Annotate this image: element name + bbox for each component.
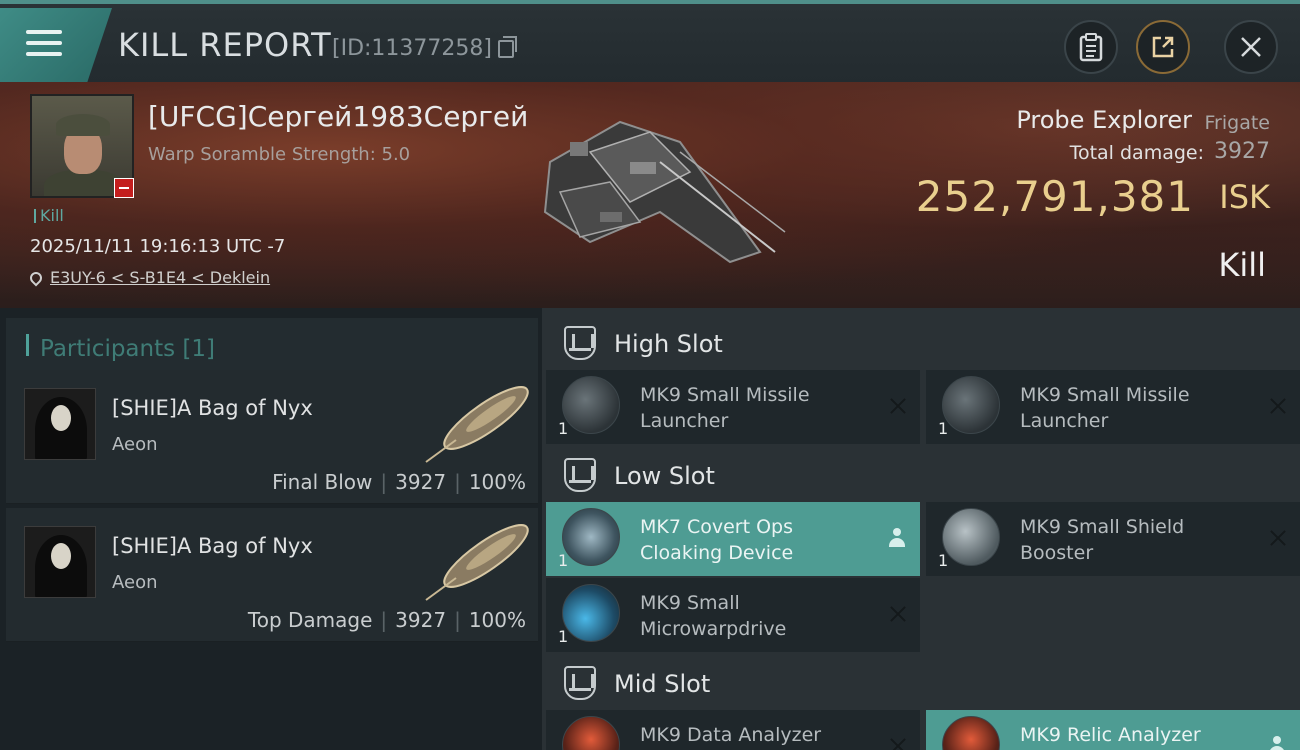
participants-title: Participants [1] — [40, 336, 215, 362]
victim-banner: [UFCG]Сергей1983Сергей Warp Soramble Str… — [0, 82, 1300, 308]
mid-slot-header: Mid Slot — [546, 652, 1300, 712]
low-slot-title: Low Slot — [614, 462, 715, 490]
module-item[interactable]: 1 MK9 Relic Analyzer — [926, 710, 1300, 750]
participant-stats: Final Blow | 3927 | 100% — [272, 470, 526, 494]
person-icon — [1268, 736, 1286, 750]
participant-name[interactable]: [SHIE]A Bag of Nyx — [112, 396, 313, 420]
module-quantity: 1 — [558, 627, 569, 646]
close-button[interactable] — [1224, 20, 1278, 74]
participants-header: Participants [1] — [6, 318, 538, 374]
module-item[interactable]: 1 MK9 Small Missile Launcher — [926, 370, 1300, 444]
clipboard-button[interactable] — [1064, 20, 1118, 74]
participant-role: Top Damage — [247, 608, 373, 632]
x-icon — [1268, 396, 1288, 416]
participant-role: Final Blow — [272, 470, 373, 494]
module-name: MK7 Covert Ops Cloaking Device — [640, 516, 794, 564]
module-item[interactable]: 1 MK9 Data Analyzer — [546, 710, 920, 750]
module-quantity: 1 — [558, 419, 569, 438]
kill-tag: Kill — [34, 206, 64, 225]
data-analyzer-icon — [562, 716, 620, 750]
missile-launcher-icon — [562, 376, 620, 434]
copy-icon[interactable] — [498, 36, 517, 58]
high-slot-header: High Slot — [546, 312, 1300, 372]
relic-analyzer-icon — [942, 716, 1000, 750]
shield-booster-icon — [942, 508, 1000, 566]
module-quantity: 1 — [558, 551, 569, 570]
cloaking-device-icon — [562, 508, 620, 566]
microwarpdrive-icon — [562, 584, 620, 642]
participant-ship: Aeon — [112, 572, 158, 593]
mid-slot-title: Mid Slot — [614, 670, 711, 698]
participant-name[interactable]: [SHIE]A Bag of Nyx — [112, 534, 313, 558]
module-item[interactable]: 1 MK9 Small Microwarpdrive — [546, 578, 920, 652]
kill-result: Kill — [1218, 246, 1266, 284]
slot-shield-icon — [564, 326, 596, 360]
victim-ship-class: Frigate — [1204, 112, 1270, 134]
minus-badge-icon — [114, 178, 134, 198]
missile-launcher-icon — [942, 376, 1000, 434]
module-name: MK9 Small Shield Booster — [1020, 516, 1185, 564]
module-name: MK9 Relic Analyzer — [1020, 724, 1201, 746]
module-quantity: 1 — [938, 551, 949, 570]
module-item[interactable]: 1 MK9 Small Shield Booster — [926, 502, 1300, 576]
high-slot-title: High Slot — [614, 330, 723, 358]
participant-stats: Top Damage | 3927 | 100% — [247, 608, 526, 632]
victim-ship-name[interactable]: Probe Explorer — [1016, 106, 1192, 134]
report-id: [ID:11377258] — [332, 36, 492, 61]
participant-ship-image — [425, 524, 529, 601]
participant-avatar[interactable] — [24, 388, 96, 460]
kill-datetime: 2025/11/11 19:16:13 UTC -7 — [30, 236, 286, 257]
clipboard-icon — [1079, 33, 1103, 62]
menu-button[interactable] — [0, 8, 112, 82]
module-quantity: 1 — [938, 419, 949, 438]
victim-name[interactable]: [UFCG]Сергей1983Сергей — [148, 100, 528, 133]
participant-card[interactable]: [SHIE]A Bag of Nyx Aeon Final Blow | 3927 |… — [6, 370, 538, 504]
share-icon — [1152, 36, 1174, 58]
participant-percent: 100% — [468, 470, 526, 494]
slot-shield-icon — [564, 458, 596, 492]
x-icon — [888, 396, 908, 416]
warp-scramble-strength: Warp Soramble Strength: 5.0 — [148, 144, 411, 165]
participant-ship: Aeon — [112, 434, 158, 455]
x-icon — [1268, 528, 1288, 548]
header-bar: KILL REPORT [ID:11377258] — [0, 0, 1300, 82]
total-damage-label: Total damage: — [1069, 142, 1204, 164]
module-name: MK9 Small Missile Launcher — [640, 384, 810, 432]
page-title: KILL REPORT — [118, 26, 332, 64]
location-link[interactable]: E3UY-6 < S-B1E4 < Deklein — [50, 268, 270, 287]
participants-panel: Participants [1] [SHIE]A Bag of Nyx Aeon… — [0, 308, 542, 750]
kill-location[interactable]: E3UY-6 < S-B1E4 < Deklein — [27, 268, 270, 287]
participant-damage: 3927 — [395, 470, 447, 494]
participant-card[interactable]: [SHIE]A Bag of Nyx Aeon Top Damage | 3927 |… — [6, 508, 538, 642]
module-name: MK9 Small Microwarpdrive — [640, 592, 787, 640]
participant-ship-image — [425, 386, 529, 463]
close-icon — [1241, 37, 1261, 57]
module-name: MK9 Small Missile Launcher — [1020, 384, 1190, 432]
location-pin-icon — [27, 269, 45, 287]
isk-value: 252,791,381 — [915, 172, 1194, 221]
x-icon — [888, 736, 908, 750]
participant-avatar[interactable] — [24, 526, 96, 598]
low-slot-header: Low Slot — [546, 444, 1300, 504]
participant-damage: 3927 — [395, 608, 447, 632]
fitting-panel: High Slot 1 MK9 Small Missile Launcher 1… — [542, 308, 1300, 750]
victim-ship-image — [543, 120, 786, 264]
module-name: MK9 Data Analyzer — [640, 724, 822, 746]
isk-unit: ISK — [1219, 178, 1270, 216]
person-icon — [888, 528, 906, 548]
total-damage-value: 3927 — [1214, 139, 1270, 164]
menu-icon — [26, 30, 62, 63]
share-button[interactable] — [1136, 20, 1190, 74]
participant-percent: 100% — [468, 608, 526, 632]
module-item[interactable]: 1 MK7 Covert Ops Cloaking Device — [546, 502, 920, 576]
slot-shield-icon — [564, 666, 596, 700]
x-icon — [888, 604, 908, 624]
module-item[interactable]: 1 MK9 Small Missile Launcher — [546, 370, 920, 444]
